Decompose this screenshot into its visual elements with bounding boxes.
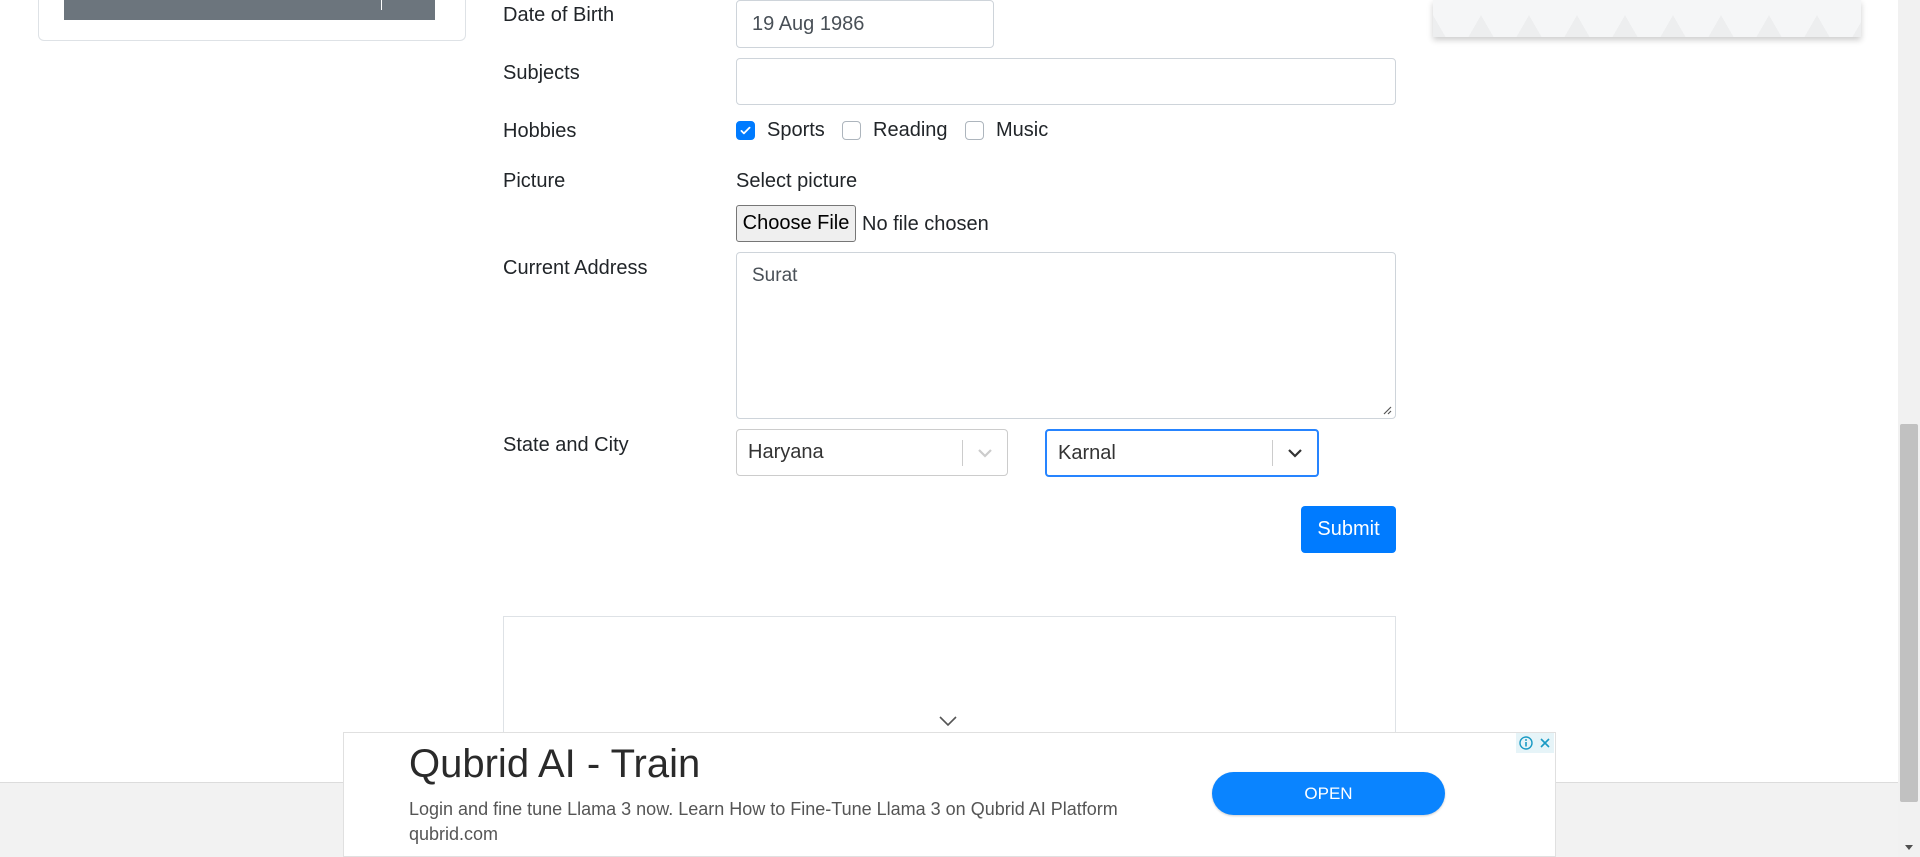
- file-status-text: No file chosen: [862, 213, 989, 235]
- hobby-reading[interactable]: Reading: [842, 118, 948, 142]
- scroll-down-arrow-icon[interactable]: [1898, 838, 1920, 857]
- scrollbar-thumb[interactable]: [1900, 424, 1918, 802]
- city-select[interactable]: Karnal: [1045, 429, 1319, 477]
- music-checkbox[interactable]: [965, 120, 984, 140]
- current-address-value: Surat: [752, 265, 798, 286]
- subjects-label: Subjects: [503, 62, 580, 84]
- reading-checkbox[interactable]: [842, 120, 861, 140]
- date-of-birth-input[interactable]: 19 Aug 1986: [736, 0, 994, 48]
- left-sidebar-bar: [64, 0, 435, 20]
- sports-label: Sports: [767, 118, 825, 141]
- sports-checkbox[interactable]: [736, 120, 755, 140]
- picture-label: Picture: [503, 170, 566, 192]
- close-icon[interactable]: [1535, 733, 1554, 753]
- music-label: Music: [996, 118, 1049, 141]
- choose-file-button[interactable]: Choose File: [736, 205, 856, 242]
- hobbies-label: Hobbies: [503, 120, 577, 142]
- reading-label: Reading: [873, 118, 948, 141]
- left-sidebar-divider: [381, 0, 382, 10]
- chevron-down-icon[interactable]: [937, 715, 959, 727]
- hobby-music[interactable]: Music: [965, 118, 1048, 142]
- ad-body[interactable]: Login and fine tune Llama 3 now. Learn H…: [409, 797, 1129, 847]
- chevron-down-icon: [1288, 449, 1302, 458]
- state-city-label: State and City: [503, 434, 629, 456]
- submit-button[interactable]: Submit: [1301, 506, 1396, 553]
- state-select[interactable]: Haryana: [736, 429, 1008, 476]
- current-address-textarea[interactable]: Surat: [736, 252, 1396, 419]
- resize-grip-icon[interactable]: [1382, 405, 1392, 415]
- check-icon: [740, 126, 751, 134]
- ad-choices[interactable]: [1516, 733, 1554, 753]
- state-dropdown-toggle[interactable]: [963, 430, 1007, 475]
- info-icon[interactable]: [1516, 733, 1535, 753]
- ad-open-button[interactable]: OPEN: [1212, 772, 1445, 815]
- date-of-birth-value: 19 Aug 1986: [752, 12, 865, 35]
- hobby-sports[interactable]: Sports: [736, 118, 825, 142]
- chevron-down-icon: [978, 448, 992, 458]
- city-select-value: Karnal: [1058, 441, 1116, 464]
- subjects-input[interactable]: [736, 58, 1396, 105]
- state-select-value: Haryana: [748, 441, 824, 463]
- right-banner: [1433, 0, 1861, 37]
- current-address-label: Current Address: [503, 257, 648, 279]
- date-of-birth-label: Date of Birth: [503, 4, 615, 26]
- ad-title[interactable]: Qubrid AI - Train: [409, 742, 700, 787]
- city-dropdown-toggle[interactable]: [1273, 431, 1317, 475]
- results-panel: [503, 616, 1396, 736]
- select-picture-label: Select picture: [736, 170, 858, 192]
